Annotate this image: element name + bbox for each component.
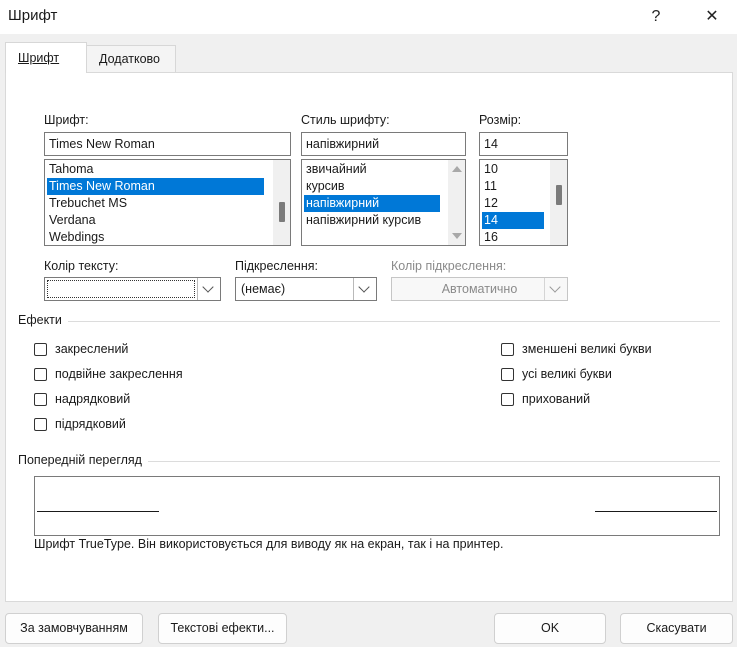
help-button[interactable]: ? bbox=[642, 4, 670, 30]
close-icon[interactable]: ✕ bbox=[698, 4, 726, 30]
size-list[interactable]: 10 11 12 14 16 bbox=[479, 159, 568, 246]
size-input[interactable]: 14 bbox=[479, 132, 568, 156]
effects-title: Ефекти bbox=[18, 313, 68, 327]
chevron-down-icon bbox=[549, 281, 561, 293]
preview-title: Попередній перегляд bbox=[18, 453, 148, 467]
underline-label: Підкреслення: bbox=[235, 259, 318, 273]
scrollbar-thumb[interactable] bbox=[279, 202, 285, 222]
preview-box bbox=[34, 476, 720, 536]
underline-dropdown[interactable]: (немає) bbox=[235, 277, 377, 301]
list-item[interactable]: 11 bbox=[482, 178, 544, 195]
list-item[interactable]: Trebuchet MS bbox=[47, 195, 264, 212]
effects-divider bbox=[20, 321, 720, 322]
list-item[interactable]: звичайний bbox=[304, 161, 440, 178]
list-item[interactable]: 10 bbox=[482, 161, 544, 178]
font-list-scrollbar[interactable] bbox=[273, 160, 290, 245]
list-item[interactable]: напівжирний курсив bbox=[304, 212, 440, 229]
underline-value: (немає) bbox=[241, 282, 286, 296]
style-list-scrollbar[interactable] bbox=[448, 160, 465, 245]
checkbox-label: прихований bbox=[522, 392, 591, 406]
list-item[interactable]: 16 bbox=[482, 229, 544, 245]
strikethrough-checkbox[interactable]: закреслений bbox=[34, 340, 128, 358]
font-type-note: Шрифт TrueType. Він використовується для… bbox=[34, 537, 504, 551]
ok-button[interactable]: OK bbox=[494, 613, 606, 644]
superscript-checkbox[interactable]: надрядковий bbox=[34, 390, 130, 408]
text-effects-button[interactable]: Текстові ефекти... bbox=[158, 613, 287, 644]
window-title: Шрифт bbox=[8, 7, 58, 24]
list-item[interactable]: 12 bbox=[482, 195, 544, 212]
dropdown-button[interactable] bbox=[197, 278, 220, 300]
chevron-down-icon bbox=[358, 281, 370, 293]
dropdown-button[interactable] bbox=[544, 278, 567, 300]
underline-color-dropdown[interactable]: Автоматично bbox=[391, 277, 568, 301]
checkbox-label: підрядковий bbox=[55, 417, 126, 431]
checkbox-box[interactable] bbox=[34, 417, 47, 431]
list-item[interactable]: 14 bbox=[482, 212, 544, 229]
checkbox-label: зменшені великі букви bbox=[522, 342, 652, 356]
checkbox-box[interactable] bbox=[34, 392, 47, 406]
font-label: Шрифт: bbox=[44, 113, 89, 127]
tab-advanced-label: Додатково bbox=[99, 52, 160, 66]
tab-font[interactable]: Шрифт bbox=[5, 42, 87, 73]
color-swatch bbox=[47, 280, 195, 298]
scroll-up-icon[interactable] bbox=[452, 166, 462, 172]
title-bar: Шрифт ? ✕ bbox=[0, 0, 737, 34]
underline-color-value: Автоматично bbox=[441, 282, 518, 296]
style-label: Стиль шрифту: bbox=[301, 113, 390, 127]
hidden-checkbox[interactable]: прихований bbox=[501, 390, 590, 408]
subscript-checkbox[interactable]: підрядковий bbox=[34, 415, 126, 433]
checkbox-box[interactable] bbox=[34, 367, 47, 381]
list-item[interactable]: напівжирний bbox=[304, 195, 440, 212]
double-strikethrough-checkbox[interactable]: подвійне закреслення bbox=[34, 365, 183, 383]
text-color-label: Колір тексту: bbox=[44, 259, 119, 273]
set-default-button[interactable]: За замовчуванням bbox=[5, 613, 143, 644]
checkbox-box[interactable] bbox=[501, 342, 514, 356]
cancel-button[interactable]: Скасувати bbox=[620, 613, 733, 644]
tab-font-label: Шрифт bbox=[18, 51, 60, 65]
text-color-dropdown[interactable] bbox=[44, 277, 221, 301]
tab-panel: Шрифт: Times New Roman Tahoma Times New … bbox=[5, 72, 733, 602]
underline-color-label: Колір підкреслення: bbox=[391, 259, 507, 273]
chevron-down-icon bbox=[202, 281, 214, 293]
scrollbar-thumb[interactable] bbox=[556, 185, 562, 205]
checkbox-label: закреслений bbox=[55, 342, 129, 356]
list-item[interactable]: Webdings bbox=[47, 229, 264, 245]
small-caps-checkbox[interactable]: зменшені великі букви bbox=[501, 340, 652, 358]
font-name-input[interactable]: Times New Roman bbox=[44, 132, 291, 156]
checkbox-label: надрядковий bbox=[55, 392, 131, 406]
list-item[interactable]: Verdana bbox=[47, 212, 264, 229]
list-item[interactable]: курсив bbox=[304, 178, 440, 195]
font-dialog: Шрифт ? ✕ Шрифт Додатково Шрифт: Times N… bbox=[0, 0, 737, 647]
font-list[interactable]: Tahoma Times New Roman Trebuchet MS Verd… bbox=[44, 159, 291, 246]
checkbox-label: подвійне закреслення bbox=[55, 367, 183, 381]
preview-baseline-right bbox=[595, 511, 717, 512]
style-input[interactable]: напівжирний bbox=[301, 132, 466, 156]
size-list-scrollbar[interactable] bbox=[550, 160, 567, 245]
scroll-down-icon[interactable] bbox=[452, 233, 462, 239]
checkbox-label: усі великі букви bbox=[522, 367, 612, 381]
dropdown-button[interactable] bbox=[353, 278, 376, 300]
tab-advanced[interactable]: Додатково bbox=[86, 45, 176, 72]
all-caps-checkbox[interactable]: усі великі букви bbox=[501, 365, 612, 383]
preview-baseline-left bbox=[37, 511, 159, 512]
checkbox-box[interactable] bbox=[34, 342, 47, 356]
list-item[interactable]: Times New Roman bbox=[47, 178, 264, 195]
list-item[interactable]: Tahoma bbox=[47, 161, 264, 178]
checkbox-box[interactable] bbox=[501, 392, 514, 406]
size-label: Розмір: bbox=[479, 113, 522, 127]
style-list[interactable]: звичайний курсив напівжирний напівжирний… bbox=[301, 159, 466, 246]
checkbox-box[interactable] bbox=[501, 367, 514, 381]
